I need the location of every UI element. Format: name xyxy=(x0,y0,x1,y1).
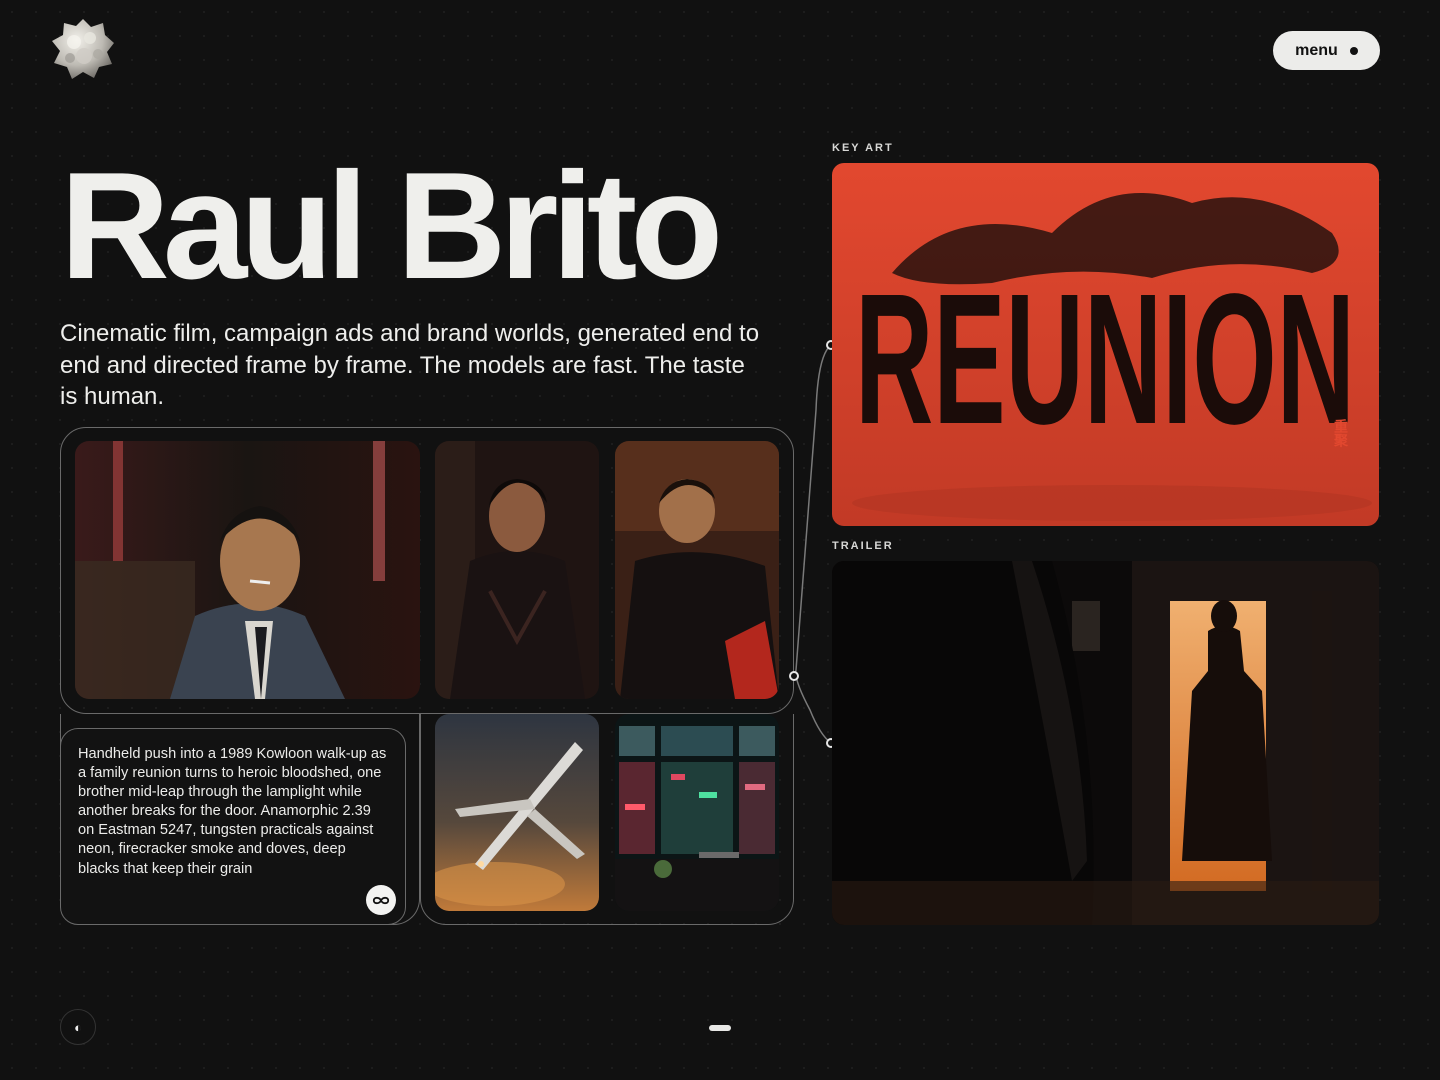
trailer-label: TRAILER xyxy=(832,540,894,552)
logo[interactable] xyxy=(50,16,116,82)
menu-label: menu xyxy=(1295,41,1338,59)
man-looking-up-still[interactable] xyxy=(615,441,779,699)
theme-toggle-button[interactable]: ◐ xyxy=(60,1009,96,1045)
caption-card: Handheld push into a 1989 Kowloon walk-u… xyxy=(60,728,406,925)
young-man-leather-jacket-still[interactable] xyxy=(435,441,599,699)
key-art-poster[interactable]: REUNION 重聚 xyxy=(832,163,1379,526)
trailer-video[interactable] xyxy=(832,561,1379,925)
neon-window-still[interactable] xyxy=(615,714,779,911)
key-art-label: KEY ART xyxy=(832,142,894,154)
man-smoking-in-suit-still[interactable] xyxy=(75,441,420,699)
infinity-icon xyxy=(372,896,390,904)
hero-subtitle: Cinematic film, campaign ads and brand w… xyxy=(60,320,760,410)
airplane-in-sunset-still[interactable] xyxy=(435,714,599,911)
menu-dot-icon xyxy=(1349,46,1358,55)
key-art-cjk: 重聚 xyxy=(1332,418,1349,448)
contrast-icon: ◐ xyxy=(74,1019,82,1035)
sculpted-blob-logo-icon xyxy=(52,19,114,79)
connector-node-gallery xyxy=(789,671,799,681)
menu-button[interactable]: menu xyxy=(1273,31,1380,70)
caption-text: Handheld push into a 1989 Kowloon walk-u… xyxy=(78,746,387,877)
key-art-title: REUNION xyxy=(855,256,1355,463)
page-title: Raul Brito xyxy=(60,141,723,311)
page-indicator[interactable] xyxy=(709,1025,731,1031)
loop-button[interactable] xyxy=(366,885,396,915)
